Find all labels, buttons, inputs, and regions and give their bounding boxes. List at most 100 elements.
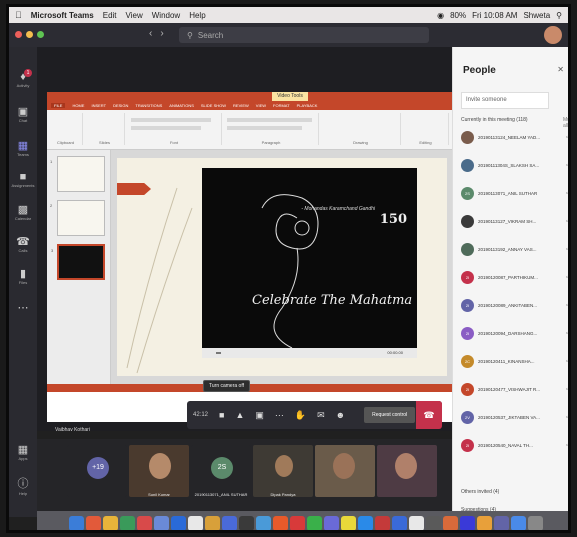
menu-edit[interactable]: Edit	[103, 11, 117, 20]
dock-app-icon[interactable]	[289, 516, 305, 530]
back-arrow-icon[interactable]: ‹	[149, 28, 160, 39]
paragraph-controls[interactable]	[227, 118, 312, 122]
dock-app-icon[interactable]	[374, 516, 390, 530]
dock-app-icon[interactable]	[323, 516, 339, 530]
dock-app-icon[interactable]	[102, 516, 118, 530]
dock-app-icon[interactable]	[442, 516, 458, 530]
dock-app-icon[interactable]	[272, 516, 288, 530]
raise-hand-icon[interactable]: ✋	[295, 410, 306, 421]
camera-icon[interactable]: ■	[219, 410, 224, 420]
mic-icon[interactable]: ▲	[235, 410, 244, 420]
pp-tab-animations[interactable]: ANIMATIONS	[169, 103, 194, 108]
chat-icon[interactable]: ✉	[317, 410, 325, 421]
people-list-item[interactable]: 2C 20190120411_KINANSHA... ✑	[461, 355, 568, 369]
clock-label[interactable]: Fri 10:08 AM	[472, 11, 517, 20]
ribbon-group-drawing[interactable]: Drawing	[321, 113, 401, 145]
dock-app-icon[interactable]	[391, 516, 407, 530]
close-window-button[interactable]	[15, 31, 22, 38]
dock-app-icon[interactable]	[187, 516, 203, 530]
participant-tile[interactable]: 2S 20190113071_ANIL SUTHAR	[191, 445, 251, 497]
people-list-item[interactable]: 2I 20190120087_PARTHIKUM... ✑	[461, 271, 568, 285]
people-list-item[interactable]: 2I 20190120094_DARSHANG... ✑	[461, 327, 568, 341]
dock-app-icon[interactable]	[476, 516, 492, 530]
dock-app-icon[interactable]	[306, 516, 322, 530]
pp-tab-review[interactable]: REVIEW	[233, 103, 249, 108]
user-label[interactable]: Shweta	[523, 11, 550, 20]
battery-label[interactable]: 80%	[450, 11, 466, 20]
share-screen-icon[interactable]: ▣	[255, 410, 264, 421]
font-style-controls[interactable]	[131, 126, 201, 130]
participant-tile[interactable]	[315, 445, 375, 497]
video-progress-bar[interactable]: 00:00.00	[202, 348, 417, 358]
dock-app-icon[interactable]	[357, 516, 373, 530]
alignment-controls[interactable]	[227, 126, 302, 130]
close-icon[interactable]: ✕	[557, 65, 564, 74]
dock-app-icon[interactable]	[425, 516, 441, 530]
people-list-item[interactable]: 2I 20190120540_NAVAL TH... ✑	[461, 439, 568, 453]
ribbon-group-clipboard[interactable]: Clipboard	[49, 113, 83, 145]
slide-thumb[interactable]: 2	[50, 200, 105, 236]
maximize-window-button[interactable]	[37, 31, 44, 38]
people-list-item[interactable]: 20190111304S_SLAKSH SA... ✑	[461, 159, 568, 173]
pp-tab-view[interactable]: VIEW	[256, 103, 266, 108]
dock-app-icon[interactable]	[136, 516, 152, 530]
menu-help[interactable]: Help	[189, 11, 205, 20]
dock-app-icon[interactable]	[119, 516, 135, 530]
dock-app-icon[interactable]	[510, 516, 526, 530]
menu-app-name[interactable]: Microsoft Teams	[31, 11, 94, 20]
invite-input[interactable]: Invite someone	[461, 92, 549, 109]
more-options-icon[interactable]: ⋯	[275, 410, 284, 421]
people-list-item[interactable]: 2S 20190113071_ANIL SUTHAR ✑	[461, 187, 568, 201]
rail-item-calls[interactable]: ☎ Calls	[9, 235, 37, 253]
rail-item-calendar[interactable]: ▩ Calendar	[9, 203, 37, 221]
participant-tile[interactable]: Dipak Pandya	[253, 445, 313, 497]
rail-item-chat[interactable]: ▣ Chat	[9, 105, 37, 123]
rail-item-assignments[interactable]: ■ Assignments	[9, 171, 37, 188]
font-controls[interactable]	[131, 118, 211, 122]
dock-app-icon[interactable]	[238, 516, 254, 530]
pp-tab-format[interactable]: FORMAT	[273, 103, 290, 108]
dock-app-icon[interactable]	[527, 516, 543, 530]
dock-app-icon[interactable]	[204, 516, 220, 530]
pp-tab-slideshow[interactable]: SLIDE SHOW	[201, 103, 226, 108]
dock-app-icon[interactable]	[493, 516, 509, 530]
search-input[interactable]: ⚲ Search	[179, 27, 429, 43]
ribbon-group-slides[interactable]: Slides	[85, 113, 125, 145]
ribbon-group-editing[interactable]: Editing	[403, 113, 449, 145]
minimize-window-button[interactable]	[26, 31, 33, 38]
dock-app-icon[interactable]	[340, 516, 356, 530]
slide-canvas[interactable]: - Mohandas Karamchand Gandhi 150 Celebra…	[117, 158, 447, 376]
people-list-item[interactable]: 2I 20190120477_VISHWAJIT R... ✑	[461, 383, 568, 397]
profile-avatar[interactable]	[544, 26, 562, 44]
pp-tab-file[interactable]: FILE	[51, 103, 66, 108]
people-list-item[interactable]: 2V 20190120537_JIKTABEN VA... ✑	[461, 411, 568, 425]
menu-view[interactable]: View	[126, 11, 143, 20]
participant-tile[interactable]	[377, 445, 437, 497]
video-player[interactable]: - Mohandas Karamchand Gandhi 150 Celebra…	[202, 168, 417, 358]
dock-app-icon[interactable]	[153, 516, 169, 530]
participants-icon[interactable]: ☻	[336, 410, 345, 420]
pp-tab-playback[interactable]: PLAYBACK	[297, 103, 318, 108]
wifi-icon[interactable]: ◉	[437, 11, 444, 20]
rail-item-files[interactable]: ▮ Files	[9, 267, 37, 285]
rail-item-activity[interactable]: ♦ 1 Activity	[9, 69, 37, 88]
apple-icon[interactable]: 	[15, 10, 22, 20]
slide-thumb-selected[interactable]: 3	[51, 244, 105, 280]
menu-window[interactable]: Window	[152, 11, 180, 20]
forward-arrow-icon[interactable]: ›	[160, 28, 171, 39]
more-apps-button[interactable]: ⋯	[9, 301, 37, 314]
dock-app-icon[interactable]	[459, 516, 475, 530]
people-list-item[interactable]: 20190113192_ANNAY VAS... ✑	[461, 243, 568, 257]
rail-item-teams[interactable]: ▦ Teams	[9, 139, 37, 157]
pp-tab-insert[interactable]: INSERT	[91, 103, 106, 108]
search-icon[interactable]: ⚲	[556, 11, 562, 20]
others-invited-section[interactable]: Others invited (4)	[461, 489, 499, 495]
pp-tab-transitions[interactable]: TRANSITIONS	[135, 103, 162, 108]
hang-up-button[interactable]: ☎	[416, 401, 442, 429]
participant-overflow-tile[interactable]: +19	[67, 445, 127, 497]
request-control-button[interactable]: Request control	[364, 407, 416, 423]
dock-app-icon[interactable]	[170, 516, 186, 530]
dock-app-icon[interactable]	[221, 516, 237, 530]
mute-all-button[interactable]: Mute all	[563, 117, 568, 129]
people-list-item[interactable]: 20190113124_NEELAM YAD... ✑	[461, 131, 568, 145]
